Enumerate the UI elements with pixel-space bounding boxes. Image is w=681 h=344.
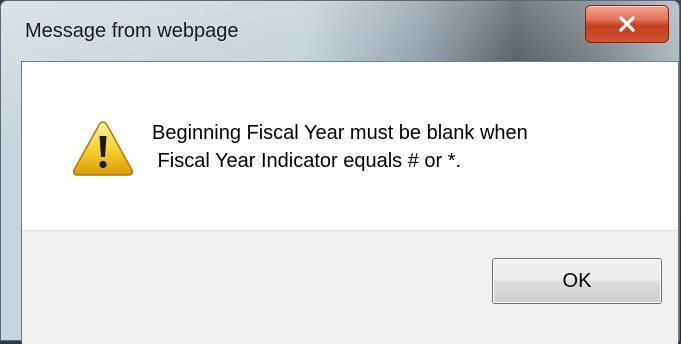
dialog-title: Message from webpage <box>25 20 239 42</box>
close-button[interactable] <box>585 5 669 43</box>
message-line: Beginning Fiscal Year must be blank when <box>152 122 528 144</box>
warning-icon <box>72 121 134 176</box>
dialog-body: Beginning Fiscal Year must be blank when… <box>21 61 679 344</box>
message-line: Fiscal Year Indicator equals # or *. <box>152 150 462 172</box>
message-text: Beginning Fiscal Year must be blank when… <box>152 119 652 175</box>
close-icon <box>619 16 635 32</box>
message-dialog: Message from webpage Beginning Fiscal Ye… <box>0 0 680 344</box>
button-area: OK <box>22 230 678 344</box>
ok-button[interactable]: OK <box>492 258 662 304</box>
title-bar[interactable]: Message from webpage <box>1 1 679 59</box>
